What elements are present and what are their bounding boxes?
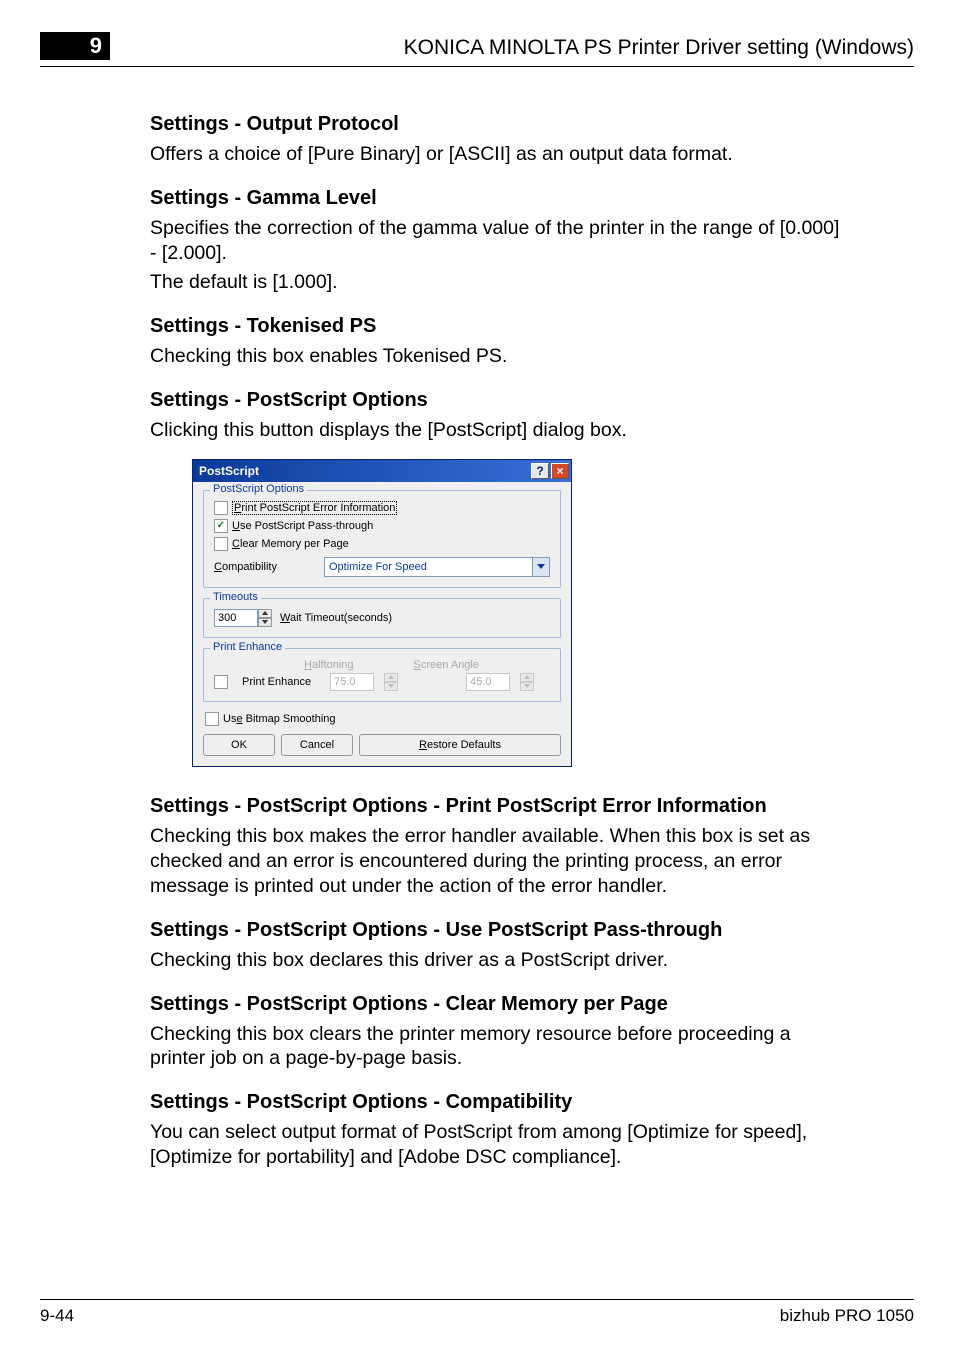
- screen-angle-label: Screen Angle: [414, 659, 479, 671]
- heading: Settings - PostScript Options: [150, 389, 844, 412]
- group-legend: Print Enhance: [210, 641, 285, 653]
- pass-through-row: Use PostScript Pass-through: [214, 519, 550, 533]
- document-page: 9 KONICA MINOLTA PS Printer Driver setti…: [0, 0, 954, 1358]
- dialog-illustration: PostScript ? × PostScript Options Print …: [192, 459, 844, 767]
- print-enhance-sublabels: Halftoning Screen Angle: [304, 659, 550, 671]
- dialog-button-row: OK Cancel Restore Defaults: [203, 734, 561, 756]
- page-title: KONICA MINOLTA PS Printer Driver setting…: [404, 36, 914, 60]
- group-legend: Timeouts: [210, 591, 261, 603]
- heading: Settings - PostScript Options - Print Po…: [150, 795, 844, 818]
- halftoning-spinner: [384, 673, 398, 691]
- section-clear-memory: Settings - PostScript Options - Clear Me…: [150, 993, 844, 1072]
- product-name: bizhub PRO 1050: [780, 1306, 914, 1326]
- paragraph: Clicking this button displays the [PostS…: [150, 418, 844, 443]
- print-enhance-group: Print Enhance Halftoning Screen Angle: [203, 648, 561, 702]
- section-postscript-options: Settings - PostScript Options Clicking t…: [150, 389, 844, 443]
- footer-row: 9-44 bizhub PRO 1050: [40, 1306, 914, 1326]
- help-button[interactable]: ?: [531, 463, 549, 479]
- spinner-up-icon: [520, 673, 534, 682]
- dialog-titlebar: PostScript ? ×: [193, 460, 571, 482]
- spinner-down-icon[interactable]: [258, 618, 272, 627]
- heading: Settings - PostScript Options - Compatib…: [150, 1091, 844, 1114]
- heading: Settings - Output Protocol: [150, 113, 844, 136]
- paragraph: Checking this box enables Tokenised PS.: [150, 344, 844, 369]
- screen-angle-spinner: [520, 673, 534, 691]
- timeouts-group: Timeouts 300 Wait Timeout(seconds): [203, 598, 561, 638]
- paragraph: Checking this box makes the error handle…: [150, 824, 844, 899]
- section-print-error: Settings - PostScript Options - Print Po…: [150, 795, 844, 899]
- paragraph: The default is [1.000].: [150, 270, 844, 295]
- compatibility-value: Optimize For Speed: [329, 561, 427, 573]
- print-error-checkbox[interactable]: [214, 501, 228, 515]
- paragraph: Checking this box clears the printer mem…: [150, 1022, 844, 1072]
- pass-through-label: Use PostScript Pass-through: [232, 520, 373, 532]
- section-tokenised-ps: Settings - Tokenised PS Checking this bo…: [150, 315, 844, 369]
- section-output-protocol: Settings - Output Protocol Offers a choi…: [150, 113, 844, 167]
- print-error-row: Print PostScript Error Information: [214, 501, 550, 515]
- page-footer: 9-44 bizhub PRO 1050: [40, 1299, 914, 1326]
- dialog-body: PostScript Options Print PostScript Erro…: [193, 482, 571, 766]
- postscript-dialog: PostScript ? × PostScript Options Print …: [192, 459, 572, 767]
- content-area: Settings - Output Protocol Offers a choi…: [0, 85, 954, 1170]
- bitmap-smoothing-label: Use Bitmap Smoothing: [223, 713, 336, 725]
- wait-timeout-spinner[interactable]: [258, 609, 272, 627]
- postscript-options-group: PostScript Options Print PostScript Erro…: [203, 490, 561, 588]
- titlebar-buttons: ? ×: [531, 463, 569, 479]
- bitmap-smoothing-checkbox[interactable]: [205, 712, 219, 726]
- dialog-title: PostScript: [199, 464, 531, 478]
- paragraph: You can select output format of PostScri…: [150, 1120, 844, 1170]
- heading: Settings - Tokenised PS: [150, 315, 844, 338]
- ok-button[interactable]: OK: [203, 734, 275, 756]
- halftoning-input: 75.0: [330, 673, 374, 691]
- section-compatibility: Settings - PostScript Options - Compatib…: [150, 1091, 844, 1170]
- wait-timeout-label: Wait Timeout(seconds): [280, 612, 392, 624]
- section-pass-through: Settings - PostScript Options - Use Post…: [150, 919, 844, 973]
- compatibility-label: Compatibility: [214, 561, 324, 573]
- page-header: 9 KONICA MINOLTA PS Printer Driver setti…: [0, 32, 954, 66]
- clear-memory-label: Clear Memory per Page: [232, 538, 349, 550]
- halftoning-label: Halftoning: [304, 659, 354, 671]
- header-rule: [40, 66, 914, 67]
- pass-through-checkbox[interactable]: [214, 519, 228, 533]
- print-error-label: Print PostScript Error Information: [232, 501, 397, 515]
- chapter-badge: 9: [40, 32, 110, 60]
- spinner-up-icon[interactable]: [258, 609, 272, 618]
- screen-angle-input: 45.0: [466, 673, 510, 691]
- spinner-up-icon: [384, 673, 398, 682]
- chevron-down-icon: [532, 558, 549, 576]
- close-button[interactable]: ×: [551, 463, 569, 479]
- group-legend: PostScript Options: [210, 483, 307, 495]
- heading: Settings - PostScript Options - Clear Me…: [150, 993, 844, 1016]
- print-enhance-checkbox[interactable]: [214, 675, 228, 689]
- paragraph: Offers a choice of [Pure Binary] or [ASC…: [150, 142, 844, 167]
- page-number: 9-44: [40, 1306, 74, 1326]
- heading: Settings - Gamma Level: [150, 187, 844, 210]
- clear-memory-row: Clear Memory per Page: [214, 537, 550, 551]
- paragraph: Checking this box declares this driver a…: [150, 948, 844, 973]
- section-gamma-level: Settings - Gamma Level Specifies the cor…: [150, 187, 844, 295]
- heading: Settings - PostScript Options - Use Post…: [150, 919, 844, 942]
- compatibility-row: Compatibility Optimize For Speed: [214, 557, 550, 577]
- wait-timeout-input[interactable]: 300: [214, 609, 258, 627]
- paragraph: Specifies the correction of the gamma va…: [150, 216, 844, 266]
- clear-memory-checkbox[interactable]: [214, 537, 228, 551]
- bitmap-smoothing-row: Use Bitmap Smoothing: [205, 712, 561, 726]
- spinner-down-icon: [384, 682, 398, 691]
- print-enhance-row: Print Enhance 75.0 45.0: [214, 673, 550, 691]
- print-enhance-label: Print Enhance: [242, 676, 320, 688]
- footer-rule: [40, 1299, 914, 1300]
- spinner-down-icon: [520, 682, 534, 691]
- restore-defaults-button[interactable]: Restore Defaults: [359, 734, 561, 756]
- compatibility-combo[interactable]: Optimize For Speed: [324, 557, 550, 577]
- cancel-button[interactable]: Cancel: [281, 734, 353, 756]
